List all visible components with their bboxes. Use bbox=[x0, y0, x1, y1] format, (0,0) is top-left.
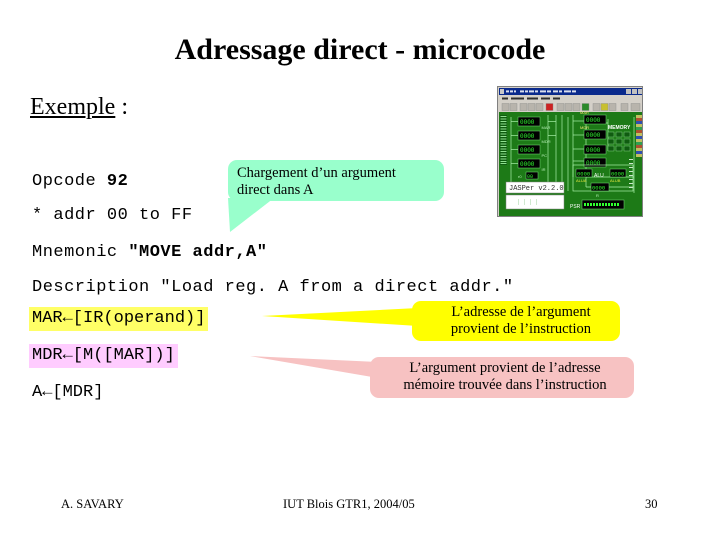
svg-text:0000: 0000 bbox=[611, 171, 624, 178]
description-label: Description bbox=[32, 278, 161, 297]
example-heading-label: Exemple bbox=[30, 94, 116, 120]
svg-text:MAR: MAR bbox=[542, 125, 551, 130]
svg-text:0000: 0000 bbox=[520, 119, 535, 126]
description-value: "Load reg. A from a direct addr." bbox=[160, 278, 514, 297]
callout-green-line-1: Chargement d’un argument bbox=[237, 165, 396, 181]
microcode-step-1: MAR←[IR(operand)] bbox=[29, 307, 209, 331]
callout-pink-line-2: mémoire trouvée dans l’instruction bbox=[403, 377, 607, 394]
example-heading: Exemple : bbox=[30, 94, 128, 121]
svg-text:MDR: MDR bbox=[580, 125, 589, 130]
svg-text:0000: 0000 bbox=[586, 117, 601, 124]
svg-text:0000: 0000 bbox=[586, 147, 601, 154]
callout-green-line-2: direct dans A bbox=[237, 182, 314, 199]
callout-yellow: L’adresse de l’argument provient de l’in… bbox=[412, 301, 620, 341]
svg-text:R: R bbox=[596, 193, 599, 198]
callout-yellow-line-1: L’adresse de l’argument bbox=[451, 304, 591, 320]
svg-text:0000: 0000 bbox=[586, 132, 601, 139]
callout-pink-line-1: L’argument provient de l’adresse bbox=[409, 360, 601, 376]
svg-text:IR: IR bbox=[542, 167, 546, 172]
svg-text:MDR: MDR bbox=[542, 139, 551, 144]
description-line: Description "Load reg. A from a direct a… bbox=[32, 278, 514, 297]
microcode-step-3: A←[MDR] bbox=[32, 383, 104, 402]
footer-author: A. SAVARY bbox=[61, 497, 124, 511]
example-heading-colon: : bbox=[115, 94, 128, 120]
svg-text:MEMORY: MEMORY bbox=[608, 125, 631, 131]
footer-center-text: IUT Blois GTR1, 2004/05 bbox=[283, 497, 415, 511]
jasper-version-text: JASPer v2.2.0 bbox=[509, 185, 564, 193]
svg-text:PC: PC bbox=[542, 153, 548, 158]
callout-green: Chargement d’un argument direct dans A bbox=[228, 160, 444, 201]
svg-text:ALUB: ALUB bbox=[610, 178, 621, 183]
svg-text:ALU: ALU bbox=[594, 173, 604, 179]
page-title: Adressage direct - microcode bbox=[174, 33, 546, 66]
address-range-line: * addr 00 to FF bbox=[32, 206, 193, 225]
svg-text:0000: 0000 bbox=[586, 160, 601, 167]
svg-text:0000: 0000 bbox=[520, 147, 535, 154]
footer-page-number: 30 bbox=[645, 497, 658, 511]
opcode-line: Opcode 92 bbox=[32, 172, 128, 191]
microcode-step-2: MDR←[M([MAR])] bbox=[29, 344, 178, 368]
svg-text:MAR: MAR bbox=[580, 110, 589, 115]
opcode-value: 92 bbox=[106, 172, 129, 191]
svg-text:0000: 0000 bbox=[520, 161, 535, 168]
svg-text:PSR: PSR bbox=[570, 204, 581, 210]
opcode-label: Opcode bbox=[32, 172, 107, 191]
mnemonic-label: Mnemonic bbox=[32, 243, 129, 262]
svg-text:0000: 0000 bbox=[592, 185, 605, 192]
jasper-simulator-screenshot: 0000 0000 0000 0000 MAR MDR PC IR 0000 M… bbox=[497, 86, 643, 217]
callout-pink: L’argument provient de l’adresse mémoire… bbox=[370, 357, 634, 398]
svg-text:0000: 0000 bbox=[520, 133, 535, 140]
yellow-callout-tail bbox=[262, 308, 418, 326]
mnemonic-value: "MOVE addr,A" bbox=[128, 243, 268, 262]
pink-callout-tail bbox=[250, 356, 378, 378]
svg-text:ALUA: ALUA bbox=[576, 178, 587, 183]
jasper-screenshot-graphic: 0000 0000 0000 0000 MAR MDR PC IR 0000 M… bbox=[498, 87, 642, 216]
green-callout-tail bbox=[228, 198, 274, 232]
svg-text:0000: 0000 bbox=[577, 171, 590, 178]
mnemonic-line: Mnemonic "MOVE addr,A" bbox=[32, 243, 267, 262]
callout-yellow-line-2: provient de l’instruction bbox=[450, 321, 592, 338]
svg-text:00: 00 bbox=[527, 174, 533, 180]
